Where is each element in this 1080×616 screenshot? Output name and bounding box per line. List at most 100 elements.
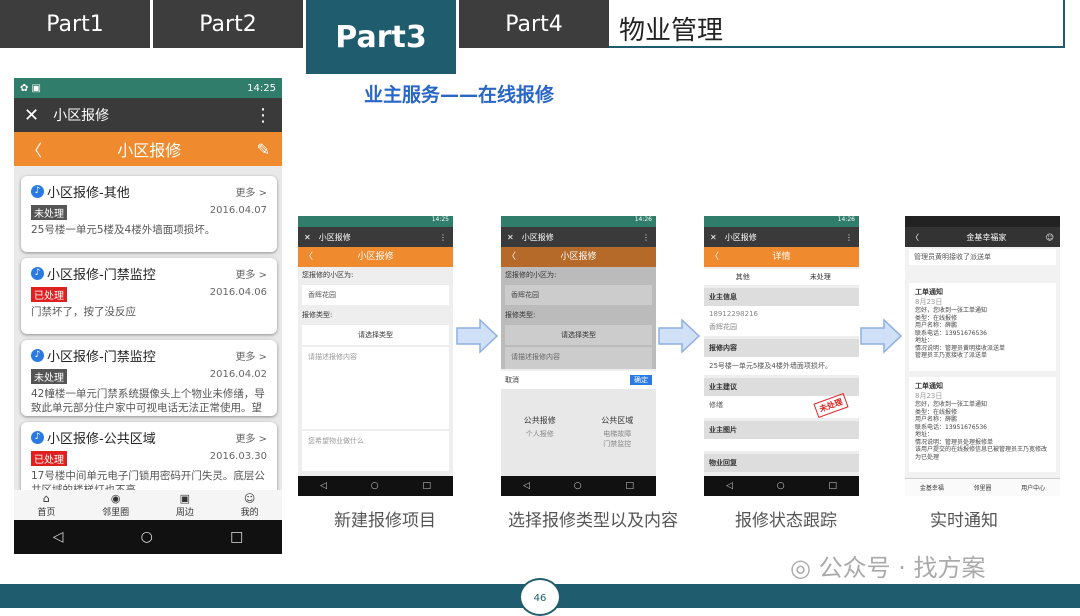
tab-part2[interactable]: Part2	[153, 0, 303, 48]
repair-card-title-text: 小区报修-公共区域	[47, 432, 156, 447]
back-icon[interactable]: 〈	[304, 247, 313, 267]
chat-title: 金基幸福家	[966, 232, 1007, 242]
recents-square-icon[interactable]: □	[230, 529, 243, 545]
app-bar: ✕ 小区报修 ⋮	[14, 98, 282, 132]
community-label: 您报修的小区为:	[302, 271, 354, 279]
tab-part3[interactable]: Part3	[306, 0, 456, 74]
recents-square-icon[interactable]: □	[626, 481, 635, 491]
system-nav-bar: ◁ ○ □	[704, 476, 859, 496]
orange-header: 〈 小区报修	[298, 247, 453, 267]
property-reply-heading: 物业回复	[704, 454, 859, 472]
menu-item[interactable]: 用户中心	[1021, 483, 1045, 492]
picker-ok-button[interactable]: 确定	[630, 375, 652, 385]
close-icon[interactable]: ✕	[507, 233, 514, 242]
repair-card[interactable]: ♪ 小区报修-门禁监控 更多 > 已处理 2016.04.06 门禁坏了，按了没反应	[21, 258, 277, 334]
picker-cancel-button[interactable]: 取消	[505, 375, 519, 385]
wish-input[interactable]: 您希望物业做什么	[302, 431, 449, 471]
repair-card[interactable]: ♪ 小区报修-门禁监控 更多 > 未处理 2016.04.02 42幢楼一单元门禁系统摄像…	[21, 340, 277, 416]
more-link[interactable]: 更多 >	[235, 430, 267, 445]
section-heading: 物业管理	[609, 0, 1065, 48]
status-badge: 已处理	[31, 287, 67, 302]
more-menu-icon[interactable]: ⋮	[845, 233, 853, 242]
repair-card[interactable]: ♪ 小区报修-公共区域 更多 > 已处理 2016.03.30 17号楼中间单元电子门锁用…	[21, 422, 277, 498]
edit-icon[interactable]: ✎	[257, 140, 270, 159]
bottom-nav: ⌂ 首页 ◉ 邻里圈 ▣ 周边 ☺ 我的	[14, 490, 282, 520]
repair-content-text: 25号楼一单元5楼及4楼外墙面项损坏。	[704, 357, 859, 375]
more-link[interactable]: 更多 >	[235, 348, 267, 363]
status-bar: 14:25	[298, 216, 453, 227]
repair-description: 42幢楼一单元门禁系统摄像头上个物业未修缮，导致此单元部分住户家中可视电话无法正…	[31, 388, 265, 415]
orange-header: 〈 小区报修	[501, 247, 656, 267]
owner-images-heading: 业主图片	[704, 421, 859, 439]
more-link[interactable]: 更多 >	[235, 266, 267, 281]
back-triangle-icon[interactable]: ◁	[726, 481, 733, 491]
picker-col1-selected[interactable]: 公共报修	[524, 415, 556, 426]
picker-toolbar: 取消 确定	[501, 371, 656, 389]
community-field: 香辉花园	[505, 285, 652, 305]
home-circle-icon[interactable]: ○	[574, 481, 582, 491]
repair-card-title-text: 小区报修-门禁监控	[47, 268, 156, 283]
repair-card[interactable]: ♪ 小区报修-其他 更多 > 未处理 2016.04.07 25号楼一单元5楼及4楼外墙面…	[21, 176, 277, 252]
tab-part4[interactable]: Part4	[459, 0, 609, 48]
close-icon[interactable]: ✕	[24, 105, 39, 126]
back-icon[interactable]: 〈	[507, 247, 516, 267]
owner-images	[704, 439, 859, 451]
close-icon[interactable]: ✕	[304, 233, 311, 242]
user-icon[interactable]: ☺	[1046, 233, 1054, 242]
more-link[interactable]: 更多 >	[235, 184, 267, 199]
notification-body: 您好，您收到一张工单通知 类型：在线报修 用户名称：薛鹏 联系电话：139516…	[915, 307, 1006, 359]
nav-nearby[interactable]: ▣ 周边	[176, 490, 194, 520]
more-menu-icon[interactable]: ⋮	[642, 233, 650, 242]
home-circle-icon[interactable]: ○	[777, 481, 785, 491]
type-label: 报修类型:	[302, 311, 333, 319]
notification-card[interactable]: 工单通知 8月23日 您好，您收到一张工单通知 类型：在线报修 用户名称：薛鹏 …	[909, 283, 1056, 371]
more-menu-icon[interactable]: ⋮	[254, 105, 272, 126]
watermark: ◎ 公众号 · 找方案	[790, 548, 985, 583]
back-triangle-icon[interactable]: ◁	[523, 481, 530, 491]
recents-square-icon[interactable]: □	[423, 481, 432, 491]
picker-col2-option[interactable]: 门禁监控	[601, 439, 633, 449]
wechat-menu: 金基幸福 邻里圈 用户中心	[905, 478, 1060, 496]
back-icon[interactable]: 〈	[911, 232, 919, 243]
back-icon[interactable]: 〈	[26, 137, 42, 161]
notification-body: 您好，您收到一张工单通知 类型：在线报修 用户名称：薛鹏 联系电话：139516…	[915, 401, 1048, 461]
back-triangle-icon[interactable]: ◁	[53, 529, 64, 545]
picker-col2-option[interactable]: 电梯故障	[601, 429, 633, 439]
type-select-button[interactable]: 请选择类型	[302, 325, 449, 345]
notification-date: 8月23日	[915, 298, 943, 306]
back-icon[interactable]: 〈	[710, 247, 719, 267]
owner-info-heading: 业主信息	[704, 288, 859, 306]
nav-home[interactable]: ⌂ 首页	[37, 490, 55, 520]
tab-part1[interactable]: Part1	[0, 0, 150, 48]
notification-card[interactable]: 工单通知 8月23日 您好，您收到一张工单通知 类型：在线报修 用户名称：薛鹏 …	[909, 377, 1056, 472]
repair-description: 25号楼一单元5楼及4楼外墙面项损坏。	[31, 224, 216, 236]
menu-item[interactable]: 金基幸福	[920, 483, 944, 492]
phone-select-type: 14:26 ✕ 小区报修 ⋮ 〈小区报修 您报修的小区为: 香辉花园 报修类型: 请…	[501, 216, 656, 496]
arrow-right-icon	[658, 318, 700, 354]
nav-neighbors[interactable]: ◉ 邻里圈	[102, 490, 129, 520]
close-icon[interactable]: ✕	[710, 233, 717, 242]
more-menu-icon[interactable]: ⋮	[439, 233, 447, 242]
caption-notifications: 实时通知	[930, 511, 998, 531]
home-circle-icon[interactable]: ○	[371, 481, 379, 491]
picker-col1-option[interactable]: 个人报修	[524, 429, 556, 439]
content-input: 请描述报修内容	[505, 347, 652, 369]
recents-square-icon[interactable]: □	[829, 481, 838, 491]
previous-notice: 管理员黄明接收了派送单	[909, 249, 1056, 265]
status-bar: 14:26	[501, 216, 656, 227]
community-field[interactable]: 香辉花园	[302, 285, 449, 305]
home-circle-icon[interactable]: ○	[141, 529, 153, 545]
picker-col2-selected[interactable]: 公共区域	[601, 415, 633, 426]
orange-header-title: 详情	[772, 252, 791, 262]
watermark-text: 公众号 · 找方案	[818, 554, 986, 582]
app-bar: ✕ 小区报修 ⋮	[298, 227, 453, 247]
bag-icon: ▣	[179, 492, 191, 505]
home-icon: ⌂	[42, 492, 50, 505]
back-triangle-icon[interactable]: ◁	[320, 481, 327, 491]
content-input[interactable]: 请描述报修内容	[302, 347, 449, 429]
big-phone-screen: ✿ ▣ 14:25 ✕ 小区报修 ⋮ 〈 小区报修 ✎ ♪ 小区报修-其他 更多 > 未…	[14, 78, 282, 554]
owner-address: 香辉花园	[704, 322, 859, 336]
nav-mine[interactable]: ☺ 我的	[241, 490, 259, 520]
menu-item[interactable]: 邻里圈	[973, 483, 991, 492]
notification-title: 工单通知	[915, 382, 943, 390]
